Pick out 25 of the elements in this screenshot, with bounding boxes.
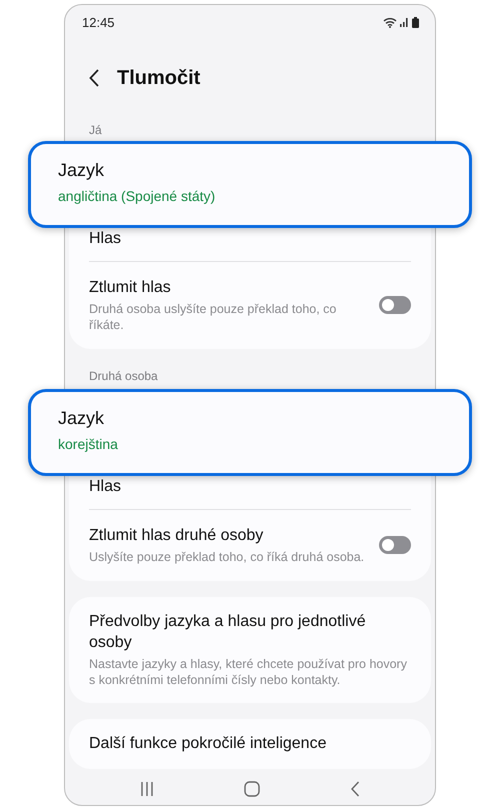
section-label: Druhá osoba	[89, 369, 158, 383]
wifi-icon	[383, 16, 397, 28]
selected-language: angličtina (Spojené státy)	[58, 188, 216, 204]
language-setting[interactable]: Jazyk korejština	[28, 389, 472, 476]
setting-title[interactable]: Hlas	[89, 228, 122, 249]
setting-title[interactable]: Ztlumit hlas	[89, 277, 171, 298]
setting-title[interactable]: Ztlumit hlas druhé osoby	[89, 525, 264, 546]
battery-icon	[412, 16, 419, 28]
section-label: Já	[89, 123, 102, 137]
setting-title[interactable]: Hlas	[89, 476, 122, 497]
signal-icon	[400, 17, 409, 27]
home-icon[interactable]	[244, 781, 260, 797]
setting-description: Uslyšíte pouze překlad toho, co říká druhá osoba.	[89, 549, 366, 565]
toggle-switch[interactable]	[379, 536, 411, 554]
language-setting[interactable]: Jazyk angličtina (Spojené státy)	[28, 141, 472, 228]
page-title: Tlumočit	[117, 66, 200, 90]
recent-apps-icon[interactable]	[140, 781, 154, 797]
setting-title[interactable]: Další funkce pokročilé inteligence	[89, 733, 326, 754]
status-time: 12:45	[82, 14, 115, 30]
setting-title[interactable]: Předvolby jazyka a hlasu pro jednotlivé osoby	[89, 611, 411, 653]
setting-description: Nastavte jazyky a hlasy, které chcete používat pro hovory s konkrétními telefonními čísly nebo kontakty.	[89, 656, 408, 688]
selected-language: korejština	[58, 436, 118, 452]
toggle-switch[interactable]	[379, 296, 411, 314]
setting-description: Druhá osoba uslyšíte pouze překlad toho, co říkáte.	[89, 301, 338, 333]
back-icon[interactable]	[89, 69, 99, 87]
